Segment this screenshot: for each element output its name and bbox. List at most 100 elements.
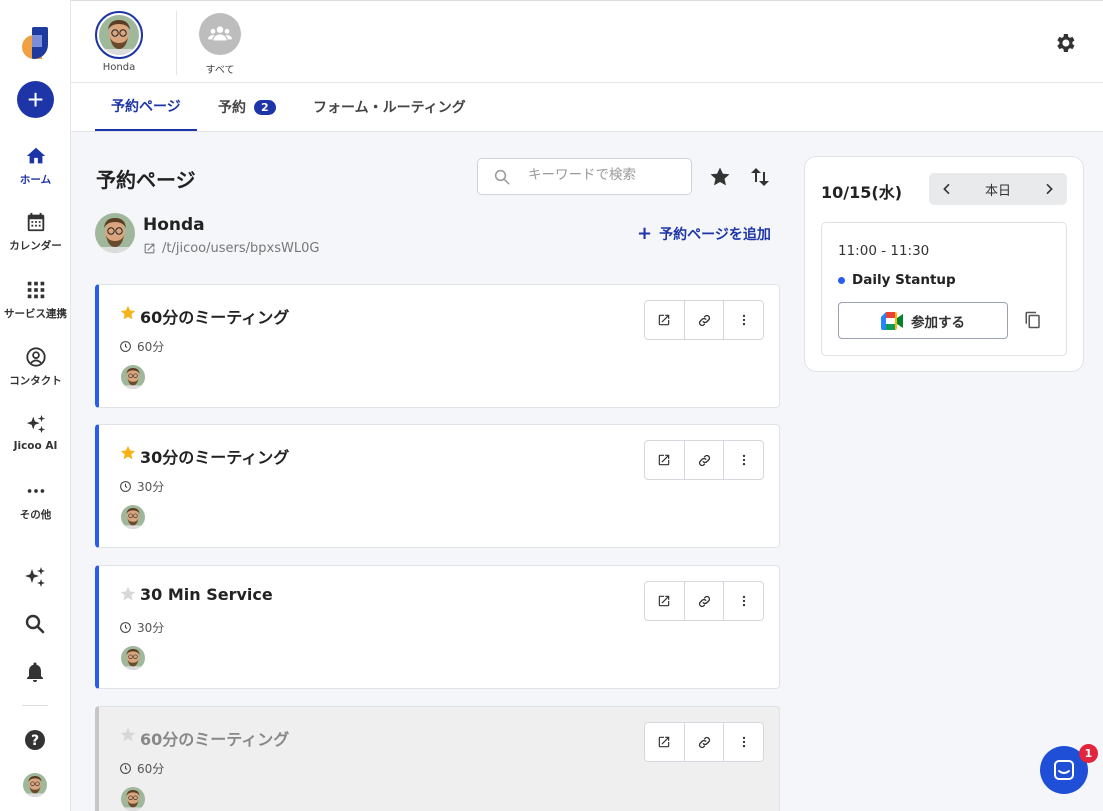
open-link-button[interactable] xyxy=(645,441,685,479)
user-filter-honda[interactable]: Honda xyxy=(95,11,143,73)
booking-page-card[interactable]: 30分のミーティング 30分 xyxy=(95,424,780,548)
calendar-icon xyxy=(27,212,44,232)
avatar xyxy=(121,505,145,529)
add-page-button[interactable]: + 予約ページを追加 xyxy=(637,224,771,244)
external-link-icon xyxy=(659,314,670,326)
chat-icon xyxy=(1054,760,1074,780)
chevron-left-icon[interactable] xyxy=(939,181,955,197)
gear-icon[interactable] xyxy=(1053,31,1077,55)
divider xyxy=(176,11,177,75)
today-button[interactable]: 本日 xyxy=(985,180,1011,199)
copy-link-button[interactable] xyxy=(685,723,725,761)
external-link-icon xyxy=(659,454,670,466)
copy-link-button[interactable] xyxy=(685,301,725,339)
bell-icon[interactable] xyxy=(23,660,47,684)
schedule-panel: 10/15(水) 本日 11:00 - 11:30 Daily Stantup … xyxy=(804,156,1084,372)
avatar xyxy=(95,11,143,59)
external-link-icon xyxy=(659,736,670,748)
create-button[interactable]: + xyxy=(17,81,54,118)
sidebar-item-contacts[interactable]: コンタクト xyxy=(0,346,71,388)
notification-badge: 1 xyxy=(1079,744,1098,763)
search-input[interactable] xyxy=(528,167,678,183)
event-card[interactable]: 11:00 - 11:30 Daily Stantup 参加する xyxy=(821,222,1067,356)
card-actions xyxy=(644,722,764,762)
chevron-right-icon[interactable] xyxy=(1041,181,1057,197)
event-title: Daily Stantup xyxy=(852,272,956,288)
sidebar-item-label: Jicoo AI xyxy=(13,440,58,452)
search-box xyxy=(477,158,692,195)
sidebar-item-integrations[interactable]: サービス連携 xyxy=(0,279,71,321)
page-title: 予約ページ xyxy=(96,168,196,192)
tab-bookings[interactable]: 予約 2 xyxy=(218,83,276,131)
star-outline-icon[interactable] xyxy=(119,585,137,603)
copy-link-button[interactable] xyxy=(685,582,725,620)
star-icon[interactable] xyxy=(119,304,137,322)
owner-url-link[interactable]: /t/jicoo/users/bpxsWL0G xyxy=(143,241,319,256)
owner-avatar xyxy=(95,213,135,253)
home-icon xyxy=(26,147,45,164)
card-duration: 60分 xyxy=(119,338,164,355)
card-title: 60分のミーティング xyxy=(140,730,290,749)
user-filter-all[interactable]: すべて xyxy=(196,11,244,76)
duration-text: 30分 xyxy=(137,480,165,494)
external-link-icon xyxy=(659,595,670,607)
card-actions xyxy=(644,581,764,621)
sidebar-item-more[interactable]: その他 xyxy=(0,480,71,522)
count-badge: 2 xyxy=(254,99,276,115)
group-icon xyxy=(199,13,241,55)
star-outline-icon[interactable] xyxy=(119,726,137,744)
jicoo-logo[interactable] xyxy=(22,27,48,59)
tab-booking-pages[interactable]: 予約ページ xyxy=(95,83,197,131)
user-avatar[interactable] xyxy=(23,773,47,797)
more-button[interactable] xyxy=(724,441,763,479)
star-icon[interactable] xyxy=(119,444,137,462)
kebab-icon xyxy=(742,314,745,326)
open-link-button[interactable] xyxy=(645,582,685,620)
tab-label: フォーム・ルーティング xyxy=(313,100,466,116)
clock-icon xyxy=(120,763,131,774)
sidebar-item-jicoo-ai[interactable]: Jicoo AI xyxy=(0,413,71,452)
more-button[interactable] xyxy=(724,723,763,761)
join-meeting-button[interactable]: 参加する xyxy=(838,302,1008,339)
more-button[interactable] xyxy=(724,582,763,620)
sidebar-item-label: サービス連携 xyxy=(4,308,67,320)
card-title: 60分のミーティング xyxy=(140,308,290,327)
duration-text: 30分 xyxy=(137,621,165,635)
external-link-icon xyxy=(144,243,155,254)
tab-form-routing[interactable]: フォーム・ルーティング xyxy=(313,83,466,131)
user-filter-label: すべて xyxy=(205,65,235,76)
link-icon xyxy=(698,454,710,466)
booking-page-card[interactable]: 30 Min Service 30分 xyxy=(95,565,780,689)
user-filter-label: Honda xyxy=(102,62,136,73)
card-actions xyxy=(644,300,764,340)
sort-icon[interactable] xyxy=(748,165,772,189)
search-icon[interactable] xyxy=(23,612,47,636)
copy-icon[interactable] xyxy=(1024,311,1042,329)
help-icon[interactable]: ? xyxy=(23,728,47,752)
sidebar-divider xyxy=(22,705,48,706)
plus-icon: + xyxy=(637,223,653,244)
booking-page-card[interactable]: 60分のミーティング 60分 xyxy=(95,284,780,408)
top-bar: Honda すべて xyxy=(71,0,1103,83)
duration-text: 60分 xyxy=(137,762,165,776)
tab-bar: 予約ページ 予約 2 フォーム・ルーティング xyxy=(71,83,1103,132)
ai-sparkle-icon[interactable] xyxy=(23,565,47,589)
join-label: 参加する xyxy=(911,314,965,331)
card-duration: 30分 xyxy=(119,619,164,636)
clock-icon xyxy=(120,341,131,352)
sidebar-item-calendar[interactable]: カレンダー xyxy=(0,211,71,253)
open-link-button[interactable] xyxy=(645,301,685,339)
link-icon xyxy=(698,314,710,326)
sparkle-icon xyxy=(26,414,45,434)
sidebar-item-home[interactable]: ホーム xyxy=(0,145,71,187)
card-title: 30分のミーティング xyxy=(140,448,290,467)
date-navigator: 本日 xyxy=(929,173,1067,205)
copy-link-button[interactable] xyxy=(685,441,725,479)
tab-label: 予約 xyxy=(218,100,246,116)
open-link-button[interactable] xyxy=(645,723,685,761)
booking-page-card[interactable]: 60分のミーティング 60分 xyxy=(95,706,780,811)
more-icon xyxy=(27,489,44,493)
more-button[interactable] xyxy=(724,301,763,339)
star-filter-icon[interactable] xyxy=(708,165,732,189)
owner-name: Honda xyxy=(143,215,205,235)
